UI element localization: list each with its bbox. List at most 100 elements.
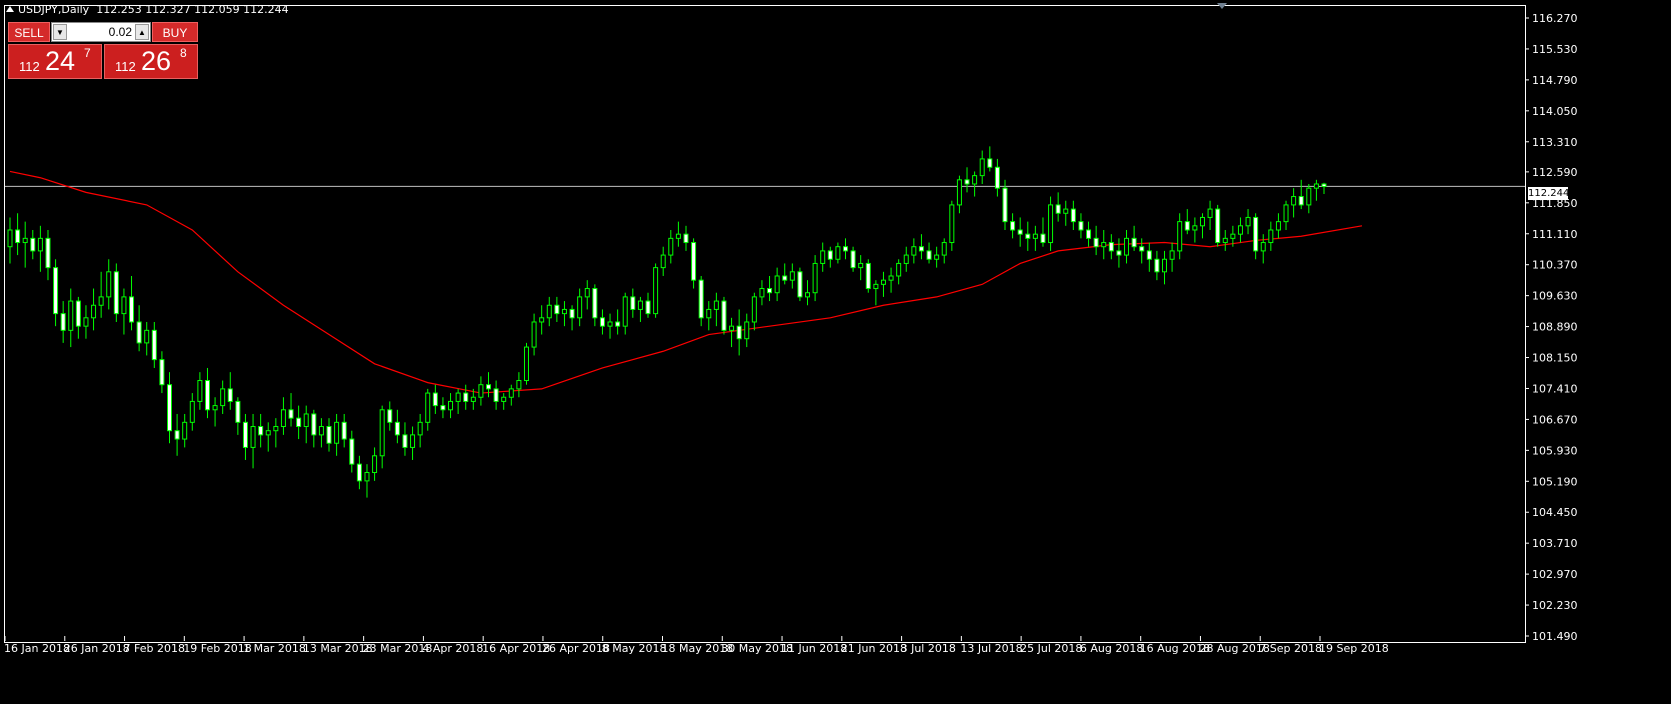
x-tick-label: 4 Apr 2018 (422, 642, 483, 655)
candle-body-bull (880, 279, 886, 285)
candle-body-bull (577, 296, 583, 319)
candle-body-bull (941, 242, 947, 256)
buy-button[interactable]: BUY (152, 22, 198, 42)
candle-body-bear (113, 271, 119, 315)
candle-body-bear (1055, 204, 1061, 214)
x-tick-label: 13 Jul 2018 (960, 642, 1022, 655)
lot-increase-icon[interactable]: ▲ (135, 24, 149, 40)
candle-body-bear (204, 380, 210, 411)
candle-body-bull (501, 396, 507, 402)
lot-decrease-icon[interactable]: ▼ (53, 24, 67, 40)
price-chart[interactable]: 116.270 115.530 114.790 114.050 113.310 112.5… (0, 0, 1671, 704)
candle-body-bull (417, 421, 423, 436)
scroll-marker-icon[interactable] (1217, 3, 1227, 9)
candle-body-bear (797, 271, 803, 298)
candle-body-bear (486, 384, 492, 390)
candle-body-bull (1063, 208, 1069, 214)
candle-body-bear (987, 158, 993, 168)
candle-body-bull (713, 300, 719, 310)
y-tick-label: 107.410 (1532, 382, 1578, 395)
candle-body-bull (318, 426, 324, 436)
candle-body-bull (1291, 196, 1297, 206)
candle-body-bull (1275, 221, 1281, 231)
y-tick-label: 104.450 (1532, 506, 1578, 519)
candle-body-bear (964, 179, 970, 185)
candle-body-bull (7, 229, 13, 248)
x-tick-label: 8 May 2018 (602, 642, 667, 655)
candle-body-bear (151, 329, 157, 361)
candle-body-bear (129, 296, 135, 323)
candle-body-bull (873, 283, 879, 290)
candle-body-bear (1010, 221, 1016, 231)
candle-body-bull (516, 380, 522, 390)
y-tick-label: 110.370 (1532, 259, 1578, 272)
candle-body-bull (478, 384, 484, 398)
candle-body-bear (630, 296, 636, 310)
x-tick-label: 11 Jun 2018 (781, 642, 847, 655)
candles-group (7, 146, 1327, 498)
x-tick-label: 26 Apr 2018 (542, 642, 610, 655)
y-tick-label: 109.630 (1532, 290, 1578, 303)
candle-body-bull (106, 271, 112, 298)
candle-body-bull (1306, 187, 1312, 206)
candle-body-bear (387, 409, 393, 423)
y-tick-label: 113.310 (1532, 136, 1578, 149)
y-tick-label: 101.490 (1532, 630, 1578, 643)
x-tick-label: 16 Apr 2018 (482, 642, 550, 655)
candle-body-bull (607, 321, 613, 327)
candle-body-bull (455, 392, 461, 402)
candle-body-bull (1032, 233, 1038, 239)
y-tick-label: 115.530 (1532, 43, 1578, 56)
candle-body-bear (1086, 229, 1092, 239)
candle-body-bull (539, 317, 545, 323)
ask-price-button[interactable]: 112 26 8 (104, 44, 198, 79)
y-tick-label: 112.590 (1532, 166, 1578, 179)
candle-body-bear (994, 166, 1000, 189)
candle-body-bear (554, 304, 560, 315)
candle-body-bull (1192, 225, 1198, 231)
candle-body-bull (934, 254, 940, 260)
candle-body-bull (1199, 216, 1205, 227)
candle-body-bear (341, 421, 347, 440)
candle-body-bull (668, 237, 674, 256)
candle-body-bull (896, 262, 902, 277)
candle-body-bear (235, 400, 241, 423)
candle-body-bull (744, 321, 750, 340)
candle-body-bull (888, 275, 894, 281)
sell-button[interactable]: SELL (8, 22, 50, 42)
candle-body-bear (227, 388, 233, 402)
candle-body-bull (1283, 204, 1289, 223)
collapse-triangle-icon[interactable] (6, 6, 14, 12)
candle-body-bull (584, 288, 590, 298)
candle-body-bear (1146, 250, 1152, 260)
candle-body-bull (774, 275, 780, 294)
candle-body-bull (303, 413, 309, 428)
one-click-trading-panel: SELL ▼ 0.02 ▲ BUY 112 24 7 112 26 8 (8, 22, 198, 79)
ohlc-label: 112.253 112.327 112.059 112.244 (96, 3, 289, 16)
lot-size-value[interactable]: 0.02 (109, 24, 132, 41)
candle-body-bear (827, 250, 833, 260)
ask-sup: 8 (180, 46, 187, 60)
candle-body-bear (167, 384, 173, 432)
candle-body-bear (599, 317, 605, 327)
bid-price-button[interactable]: 112 24 7 (8, 44, 102, 79)
ask-prefix: 112 (115, 59, 136, 74)
candle-body-bull (68, 300, 74, 331)
candle-body-bull (91, 304, 97, 319)
candle-body-bull (637, 300, 643, 310)
y-tick-label: 105.190 (1532, 475, 1578, 488)
candle-body-bear (1078, 221, 1084, 231)
x-tick-label: 7 Feb 2018 (124, 642, 185, 655)
candle-body-bear (288, 409, 294, 419)
candle-body-bull (1124, 237, 1130, 256)
candle-body-bear (394, 421, 400, 436)
candle-body-bear (493, 388, 499, 402)
lot-size-field[interactable]: ▼ 0.02 ▲ (51, 22, 151, 42)
candle-body-bear (1184, 221, 1190, 231)
candle-body-bull (197, 380, 203, 402)
candle-body-bear (45, 237, 51, 269)
ask-main: 26 (141, 46, 172, 76)
candle-body-bear (53, 267, 59, 315)
candle-body-bear (1017, 229, 1023, 235)
candle-body-bull (508, 388, 514, 398)
